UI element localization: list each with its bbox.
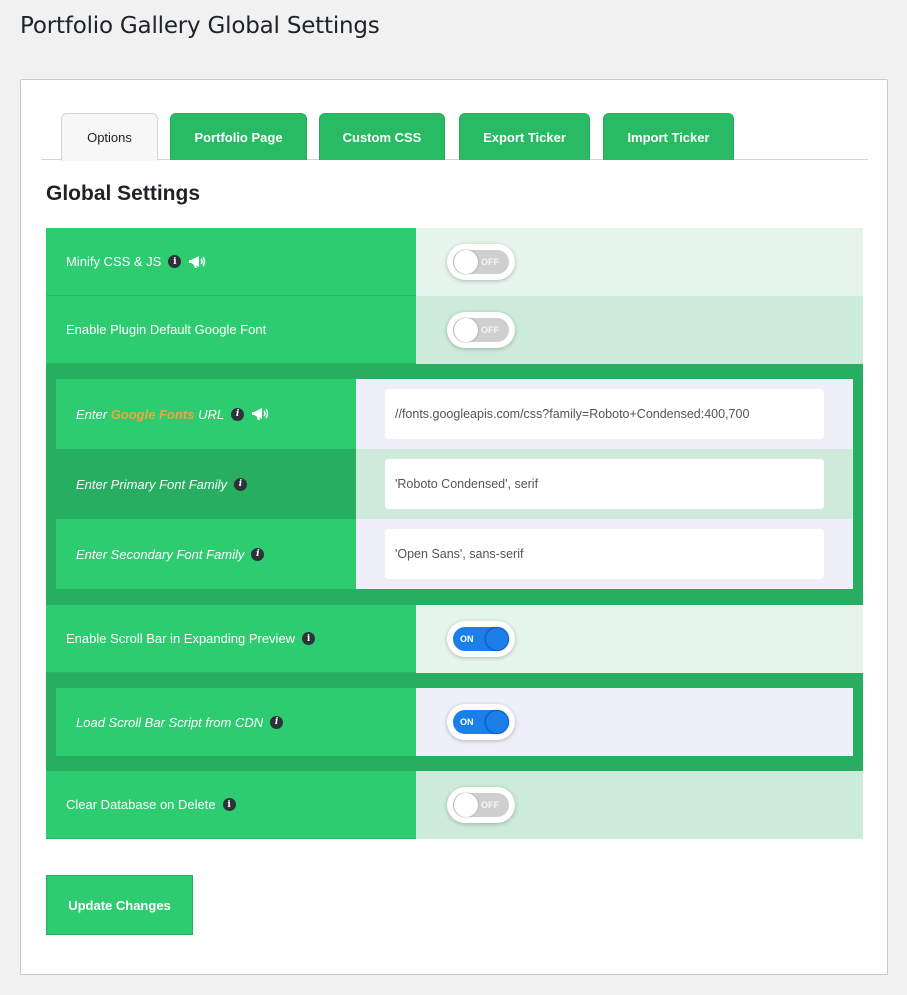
info-icon[interactable]: i xyxy=(231,407,245,421)
minify-label: Minify CSS & JS xyxy=(66,254,162,269)
clear-db-label: Clear Database on Delete xyxy=(66,797,216,812)
tab-import-ticker[interactable]: Import Ticker xyxy=(603,113,734,160)
setting-row-scroll-cdn: Load Scroll Bar Script from CDN i ON xyxy=(56,688,853,756)
setting-label: Enable Plugin Default Google Font xyxy=(46,296,416,364)
font-url-label: Enter Google Fonts URL xyxy=(76,406,225,422)
setting-row-google-font: Enable Plugin Default Google Font OFF xyxy=(46,296,863,374)
scroll-cdn-toggle[interactable]: ON xyxy=(447,704,515,740)
scroll-settings-box: Load Scroll Bar Script from CDN i ON xyxy=(46,673,863,771)
primary-font-label: Enter Primary Font Family xyxy=(76,476,227,492)
google-font-label: Enable Plugin Default Google Font xyxy=(66,322,267,337)
info-icon[interactable]: i xyxy=(233,477,247,491)
setting-row-minify: Minify CSS & JS i OFF xyxy=(46,228,863,296)
setting-row-font-url: Enter Google Fonts URL i xyxy=(56,379,853,449)
primary-font-input[interactable] xyxy=(385,459,824,509)
secondary-font-label: Enter Secondary Font Family xyxy=(76,546,245,562)
google-font-toggle[interactable]: OFF xyxy=(447,312,515,348)
clear-db-toggle[interactable]: OFF xyxy=(447,787,515,823)
megaphone-icon[interactable] xyxy=(251,405,271,423)
setting-label: Minify CSS & JS i xyxy=(46,228,416,296)
info-icon[interactable]: i xyxy=(270,715,284,729)
font-url-input[interactable] xyxy=(385,389,824,439)
setting-row-primary-font: Enter Primary Font Family i xyxy=(56,449,853,519)
minify-toggle[interactable]: OFF xyxy=(447,244,515,280)
megaphone-icon[interactable] xyxy=(188,253,208,271)
scroll-bar-label: Enable Scroll Bar in Expanding Preview xyxy=(66,631,296,646)
tab-export-ticker[interactable]: Export Ticker xyxy=(459,113,590,160)
scroll-cdn-label: Load Scroll Bar Script from CDN xyxy=(76,714,264,730)
google-fonts-link[interactable]: Google Fonts xyxy=(111,407,195,422)
scroll-bar-toggle[interactable]: ON xyxy=(447,621,515,657)
info-icon[interactable]: i xyxy=(222,798,236,811)
secondary-font-input[interactable] xyxy=(385,529,824,579)
setting-row-clear-db: Clear Database on Delete i OFF xyxy=(46,771,863,839)
font-settings-box: Enter Google Fonts URL i Enter Primary F… xyxy=(46,364,863,605)
page-title: Portfolio Gallery Global Settings xyxy=(20,13,380,39)
tab-bar: Options Portfolio Page Custom CSS Export… xyxy=(41,113,868,161)
tab-portfolio-page[interactable]: Portfolio Page xyxy=(170,113,307,160)
tab-options[interactable]: Options xyxy=(61,113,158,161)
section-title: Global Settings xyxy=(46,182,201,205)
setting-row-scroll-bar: Enable Scroll Bar in Expanding Preview i… xyxy=(46,605,863,683)
update-changes-button[interactable]: Update Changes xyxy=(46,875,193,935)
settings-panel: Options Portfolio Page Custom CSS Export… xyxy=(20,79,888,975)
setting-row-secondary-font: Enter Secondary Font Family i xyxy=(56,519,853,589)
info-icon[interactable]: i xyxy=(302,632,316,645)
info-icon[interactable]: i xyxy=(168,255,182,268)
tab-custom-css[interactable]: Custom CSS xyxy=(319,113,445,160)
info-icon[interactable]: i xyxy=(251,547,265,561)
